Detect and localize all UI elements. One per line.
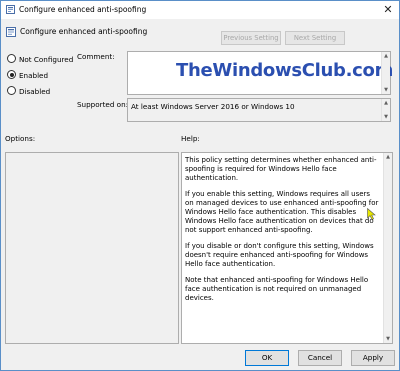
radio-label: Enabled [19,71,49,80]
policy-setting-icon [6,5,15,14]
scroll-up-icon[interactable]: ▲ [384,153,392,161]
ok-button[interactable]: OK [245,350,289,366]
supported-scrollbar[interactable]: ▲ ▼ [381,99,390,121]
window-title: Configure enhanced anti-spoofing [19,5,147,14]
help-paragraph: Note that enhanced anti-spoofing for Win… [185,276,369,302]
radio-circle-selected [7,70,16,79]
radio-enabled[interactable]: Enabled [7,70,48,80]
previous-setting-button[interactable]: Previous Setting [221,31,281,45]
comment-textarea[interactable]: TheWindowsClub.com ▲ ▼ [127,51,394,95]
scroll-down-icon[interactable]: ▼ [382,113,390,121]
options-pane [5,152,179,344]
scroll-up-icon[interactable]: ▲ [382,52,390,60]
help-text: This policy setting determines whether e… [185,156,380,310]
radio-disabled[interactable]: Disabled [7,86,50,96]
radio-not-configured[interactable]: Not Configured [7,54,73,64]
options-label: Options: [5,134,36,143]
radio-circle [7,54,16,63]
scroll-down-icon[interactable]: ▼ [382,86,390,94]
watermark-logo: TheWindowsClub.com [176,60,394,81]
scroll-up-icon[interactable]: ▲ [382,99,390,107]
comment-label: Comment: [77,52,115,61]
supported-on-field: At least Windows Server 2016 or Windows … [127,98,391,122]
comment-scrollbar[interactable]: ▲ ▼ [381,52,390,94]
policy-name: Configure enhanced anti-spoofing [20,27,148,36]
title-bar[interactable]: Configure enhanced anti-spoofing ✕ [1,1,399,19]
apply-button[interactable]: Apply [351,350,395,366]
radio-label: Disabled [19,87,51,96]
close-button[interactable]: ✕ [381,3,395,17]
next-setting-button[interactable]: Next Setting [285,31,345,45]
radio-label: Not Configured [19,55,74,64]
cancel-button[interactable]: Cancel [298,350,342,366]
mouse-cursor-icon [367,208,376,220]
help-pane: This policy setting determines whether e… [181,152,393,344]
help-paragraph: If you disable or don't configure this s… [185,242,374,268]
help-paragraph: If you enable this setting, Windows requ… [185,190,379,234]
help-paragraph: This policy setting determines whether e… [185,156,377,182]
dialog-window: Configure enhanced anti-spoofing ✕ Confi… [0,0,400,371]
radio-circle [7,86,16,95]
scroll-down-icon[interactable]: ▼ [384,335,392,343]
policy-setting-icon [6,27,16,37]
help-label: Help: [181,134,200,143]
help-scrollbar[interactable]: ▲ ▼ [383,153,392,343]
supported-on-value: At least Windows Server 2016 or Windows … [131,102,295,111]
supported-on-label: Supported on: [77,100,129,109]
